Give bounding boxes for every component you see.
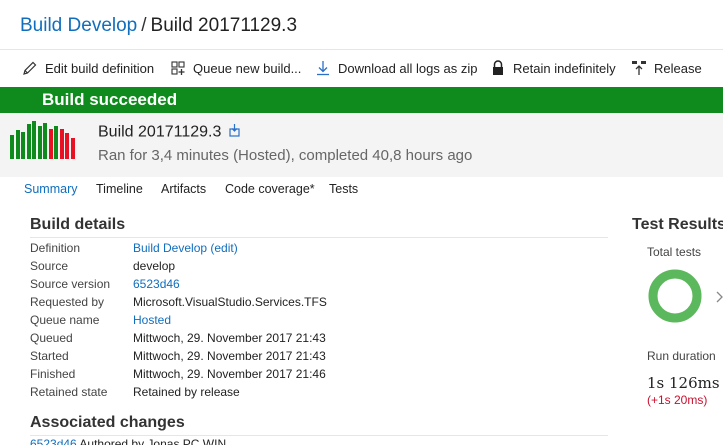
- detail-row-requested-by: Requested by Microsoft.VisualStudio.Serv…: [30, 295, 590, 312]
- build-run-info: Ran for 3,4 minutes (Hosted), completed …: [98, 147, 473, 164]
- build-details-heading: Build details: [30, 216, 126, 233]
- edit-build-definition-button[interactable]: Edit build definition: [22, 56, 154, 80]
- test-results-heading: Test Results: [632, 216, 723, 233]
- tab-code-coverage[interactable]: Code coverage*: [225, 182, 315, 196]
- detail-row-queued: Queued Mittwoch, 29. November 2017 21:43: [30, 331, 590, 348]
- download-logs-button[interactable]: Download all logs as zip: [315, 56, 477, 80]
- queue-name-link[interactable]: Hosted: [133, 313, 171, 327]
- page-title: Build 20171129.3: [150, 15, 298, 36]
- detail-label: Queued: [30, 331, 73, 345]
- detail-row-finished: Finished Mittwoch, 29. November 2017 21:…: [30, 367, 590, 384]
- detail-row-definition: Definition Build Develop (edit): [30, 241, 590, 258]
- build-status-banner: Build succeeded: [0, 87, 723, 113]
- detail-label: Source: [30, 259, 69, 273]
- detail-value: develop: [133, 259, 176, 273]
- definition-link[interactable]: Build Develop (edit): [133, 241, 238, 255]
- detail-row-retained-state: Retained state Retained by release: [30, 385, 590, 402]
- test-pass-donut[interactable]: [647, 268, 703, 324]
- detail-value: Microsoft.VisualStudio.Services.TFS: [133, 295, 327, 309]
- pencil-icon: [22, 60, 38, 76]
- release-icon: [631, 60, 647, 76]
- tab-artifacts[interactable]: Artifacts: [161, 182, 206, 196]
- breadcrumb-separator: /: [141, 15, 147, 36]
- build-history-bar[interactable]: [65, 133, 69, 159]
- build-history-bar[interactable]: [26, 124, 31, 159]
- rename-build-icon[interactable]: [227, 123, 241, 142]
- commit-author: Authored by Jonas PC WIN: [79, 437, 227, 445]
- commit-link[interactable]: 6523d46: [30, 437, 77, 445]
- release-button[interactable]: Release: [631, 56, 702, 80]
- run-duration-value: 1s 126ms: [647, 374, 720, 392]
- header-divider: [0, 49, 723, 50]
- build-history-chart[interactable]: [10, 121, 76, 159]
- tab-tests[interactable]: Tests: [329, 182, 358, 196]
- associated-changes-divider: [30, 435, 608, 436]
- detail-row-source-version: Source version 6523d46: [30, 277, 590, 294]
- total-tests-label: Total tests: [647, 245, 702, 259]
- queue-build-icon: [170, 60, 186, 76]
- lock-icon: [490, 60, 506, 76]
- build-summary: Build 20171129.3 Ran for 3,4 minutes (Ho…: [0, 113, 723, 177]
- detail-value: Mittwoch, 29. November 2017 21:46: [133, 367, 326, 381]
- retain-indefinitely-button[interactable]: Retain indefinitely: [490, 56, 616, 80]
- source-version-link[interactable]: 6523d46: [133, 277, 180, 291]
- queue-new-build-button[interactable]: Queue new build...: [170, 56, 301, 80]
- retain-indefinitely-label: Retain indefinitely: [513, 60, 616, 76]
- build-history-bar[interactable]: [32, 121, 36, 159]
- detail-label: Started: [30, 349, 69, 363]
- build-history-bar[interactable]: [54, 126, 58, 159]
- build-details-divider: [30, 237, 608, 238]
- release-label: Release: [654, 60, 702, 76]
- detail-value: Mittwoch, 29. November 2017 21:43: [133, 349, 326, 363]
- build-title: Build 20171129.3: [98, 123, 241, 142]
- build-number: Build 20171129.3: [98, 123, 222, 141]
- build-history-bar[interactable]: [48, 129, 53, 159]
- edit-build-definition-label: Edit build definition: [45, 60, 155, 76]
- chevron-right-icon[interactable]: [716, 290, 723, 304]
- breadcrumb: Build Develop / Build 20171129.3: [20, 15, 297, 37]
- associated-change-row: 6523d46 Authored by Jonas PC WIN: [30, 437, 226, 445]
- build-history-bar[interactable]: [15, 130, 20, 159]
- build-history-bar[interactable]: [10, 135, 14, 159]
- breadcrumb-definition-link[interactable]: Build Develop: [20, 15, 137, 36]
- run-duration-label: Run duration: [647, 349, 716, 363]
- tab-timeline[interactable]: Timeline: [96, 182, 143, 196]
- build-history-bar[interactable]: [70, 138, 75, 159]
- detail-label: Definition: [30, 241, 81, 255]
- queue-new-build-label: Queue new build...: [193, 60, 302, 76]
- detail-label: Queue name: [30, 313, 100, 327]
- build-history-bar[interactable]: [21, 132, 25, 159]
- detail-label: Source version: [30, 277, 111, 291]
- detail-label: Finished: [30, 367, 76, 381]
- detail-value: Retained by release: [133, 385, 240, 399]
- toolbar: Edit build definition Queue new build...…: [0, 56, 723, 80]
- build-history-bar[interactable]: [59, 129, 64, 159]
- build-history-bar[interactable]: [43, 123, 47, 159]
- tab-summary[interactable]: Summary: [24, 182, 77, 196]
- detail-row-started: Started Mittwoch, 29. November 2017 21:4…: [30, 349, 590, 366]
- download-icon: [315, 60, 331, 76]
- run-duration-delta: (+1s 20ms): [647, 393, 708, 407]
- detail-label: Requested by: [30, 295, 105, 309]
- build-status-text: Build succeeded: [42, 90, 178, 109]
- detail-row-source: Source develop: [30, 259, 590, 276]
- build-tabs: Summary Timeline Artifacts Code coverage…: [0, 182, 723, 202]
- download-logs-label: Download all logs as zip: [338, 60, 478, 76]
- build-history-bar[interactable]: [37, 126, 42, 159]
- detail-label: Retained state: [30, 385, 108, 399]
- associated-changes-heading: Associated changes: [30, 414, 185, 431]
- donut-pass-arc: [648, 269, 702, 323]
- detail-row-queue-name: Queue name Hosted: [30, 313, 590, 330]
- detail-value: Mittwoch, 29. November 2017 21:43: [133, 331, 326, 345]
